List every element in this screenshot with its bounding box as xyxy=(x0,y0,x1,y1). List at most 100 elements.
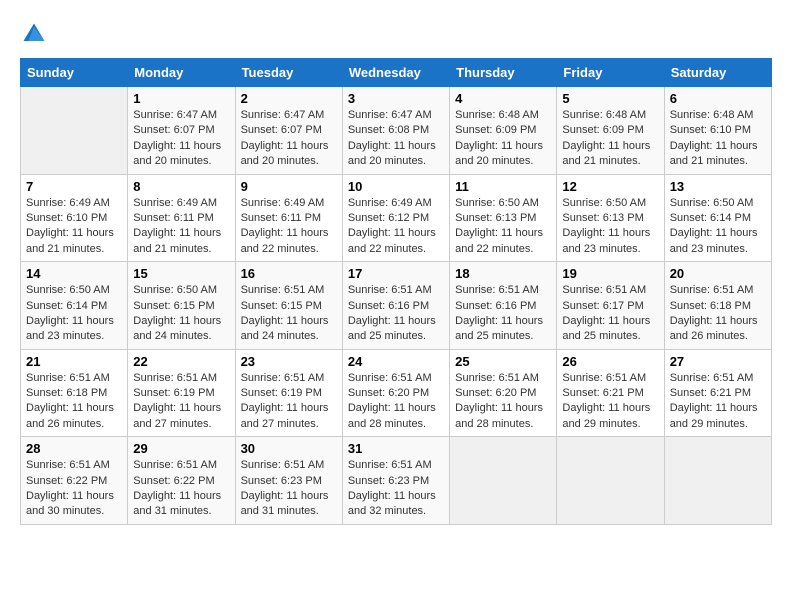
day-detail: Sunrise: 6:51 AM Sunset: 6:15 PM Dayligh… xyxy=(241,283,337,345)
sunset: Sunset: 6:23 PM xyxy=(241,475,322,487)
day-cell: 8 Sunrise: 6:49 AM Sunset: 6:11 PM Dayli… xyxy=(128,174,235,262)
week-row-2: 7 Sunrise: 6:49 AM Sunset: 6:10 PM Dayli… xyxy=(21,174,772,262)
day-detail: Sunrise: 6:49 AM Sunset: 6:11 PM Dayligh… xyxy=(241,196,337,258)
sunrise: Sunrise: 6:50 AM xyxy=(670,197,754,209)
daylight: Daylight: 11 hours and 21 minutes. xyxy=(562,140,650,167)
day-cell: 30 Sunrise: 6:51 AM Sunset: 6:23 PM Dayl… xyxy=(235,437,342,525)
day-detail: Sunrise: 6:51 AM Sunset: 6:21 PM Dayligh… xyxy=(562,371,658,433)
sunrise: Sunrise: 6:47 AM xyxy=(133,109,217,121)
daylight: Daylight: 11 hours and 22 minutes. xyxy=(455,227,543,254)
day-detail: Sunrise: 6:47 AM Sunset: 6:07 PM Dayligh… xyxy=(241,108,337,170)
day-cell: 7 Sunrise: 6:49 AM Sunset: 6:10 PM Dayli… xyxy=(21,174,128,262)
day-number: 18 xyxy=(455,266,551,281)
sunset: Sunset: 6:14 PM xyxy=(26,300,107,312)
day-detail: Sunrise: 6:51 AM Sunset: 6:23 PM Dayligh… xyxy=(348,458,444,520)
sunrise: Sunrise: 6:51 AM xyxy=(562,372,646,384)
day-cell: 2 Sunrise: 6:47 AM Sunset: 6:07 PM Dayli… xyxy=(235,87,342,175)
day-cell xyxy=(664,437,771,525)
week-row-3: 14 Sunrise: 6:50 AM Sunset: 6:14 PM Dayl… xyxy=(21,262,772,350)
sunrise: Sunrise: 6:48 AM xyxy=(455,109,539,121)
day-number: 29 xyxy=(133,441,229,456)
day-cell: 4 Sunrise: 6:48 AM Sunset: 6:09 PM Dayli… xyxy=(450,87,557,175)
day-cell: 19 Sunrise: 6:51 AM Sunset: 6:17 PM Dayl… xyxy=(557,262,664,350)
day-number: 20 xyxy=(670,266,766,281)
day-detail: Sunrise: 6:51 AM Sunset: 6:20 PM Dayligh… xyxy=(455,371,551,433)
day-cell: 3 Sunrise: 6:47 AM Sunset: 6:08 PM Dayli… xyxy=(342,87,449,175)
day-detail: Sunrise: 6:50 AM Sunset: 6:15 PM Dayligh… xyxy=(133,283,229,345)
sunset: Sunset: 6:11 PM xyxy=(133,212,214,224)
day-cell: 31 Sunrise: 6:51 AM Sunset: 6:23 PM Dayl… xyxy=(342,437,449,525)
day-detail: Sunrise: 6:51 AM Sunset: 6:19 PM Dayligh… xyxy=(133,371,229,433)
day-cell: 15 Sunrise: 6:50 AM Sunset: 6:15 PM Dayl… xyxy=(128,262,235,350)
day-cell: 24 Sunrise: 6:51 AM Sunset: 6:20 PM Dayl… xyxy=(342,349,449,437)
day-detail: Sunrise: 6:51 AM Sunset: 6:17 PM Dayligh… xyxy=(562,283,658,345)
day-cell: 9 Sunrise: 6:49 AM Sunset: 6:11 PM Dayli… xyxy=(235,174,342,262)
daylight: Daylight: 11 hours and 30 minutes. xyxy=(26,490,114,517)
sunset: Sunset: 6:13 PM xyxy=(562,212,643,224)
sunrise: Sunrise: 6:51 AM xyxy=(241,459,325,471)
sunrise: Sunrise: 6:50 AM xyxy=(562,197,646,209)
sunrise: Sunrise: 6:51 AM xyxy=(26,372,110,384)
sunset: Sunset: 6:21 PM xyxy=(670,387,751,399)
daylight: Daylight: 11 hours and 20 minutes. xyxy=(455,140,543,167)
day-detail: Sunrise: 6:50 AM Sunset: 6:13 PM Dayligh… xyxy=(562,196,658,258)
day-number: 11 xyxy=(455,179,551,194)
day-detail: Sunrise: 6:51 AM Sunset: 6:22 PM Dayligh… xyxy=(26,458,122,520)
day-number: 2 xyxy=(241,91,337,106)
sunset: Sunset: 6:20 PM xyxy=(455,387,536,399)
week-row-1: 1 Sunrise: 6:47 AM Sunset: 6:07 PM Dayli… xyxy=(21,87,772,175)
daylight: Daylight: 11 hours and 21 minutes. xyxy=(133,227,221,254)
day-detail: Sunrise: 6:50 AM Sunset: 6:14 PM Dayligh… xyxy=(670,196,766,258)
day-detail: Sunrise: 6:48 AM Sunset: 6:09 PM Dayligh… xyxy=(562,108,658,170)
sunrise: Sunrise: 6:51 AM xyxy=(133,372,217,384)
day-detail: Sunrise: 6:51 AM Sunset: 6:22 PM Dayligh… xyxy=(133,458,229,520)
day-number: 28 xyxy=(26,441,122,456)
day-detail: Sunrise: 6:50 AM Sunset: 6:14 PM Dayligh… xyxy=(26,283,122,345)
day-cell: 12 Sunrise: 6:50 AM Sunset: 6:13 PM Dayl… xyxy=(557,174,664,262)
sunrise: Sunrise: 6:50 AM xyxy=(455,197,539,209)
sunrise: Sunrise: 6:49 AM xyxy=(26,197,110,209)
sunset: Sunset: 6:17 PM xyxy=(562,300,643,312)
day-detail: Sunrise: 6:48 AM Sunset: 6:09 PM Dayligh… xyxy=(455,108,551,170)
logo-icon xyxy=(20,20,48,48)
weekday-header-monday: Monday xyxy=(128,59,235,87)
day-number: 4 xyxy=(455,91,551,106)
week-row-4: 21 Sunrise: 6:51 AM Sunset: 6:18 PM Dayl… xyxy=(21,349,772,437)
day-number: 3 xyxy=(348,91,444,106)
sunset: Sunset: 6:09 PM xyxy=(455,124,536,136)
weekday-header-friday: Friday xyxy=(557,59,664,87)
day-number: 16 xyxy=(241,266,337,281)
sunset: Sunset: 6:07 PM xyxy=(241,124,322,136)
day-number: 31 xyxy=(348,441,444,456)
daylight: Daylight: 11 hours and 27 minutes. xyxy=(241,402,329,429)
day-cell: 28 Sunrise: 6:51 AM Sunset: 6:22 PM Dayl… xyxy=(21,437,128,525)
daylight: Daylight: 11 hours and 25 minutes. xyxy=(348,315,436,342)
day-number: 27 xyxy=(670,354,766,369)
sunset: Sunset: 6:09 PM xyxy=(562,124,643,136)
day-cell: 25 Sunrise: 6:51 AM Sunset: 6:20 PM Dayl… xyxy=(450,349,557,437)
day-number: 25 xyxy=(455,354,551,369)
daylight: Daylight: 11 hours and 29 minutes. xyxy=(562,402,650,429)
sunrise: Sunrise: 6:51 AM xyxy=(670,284,754,296)
day-detail: Sunrise: 6:50 AM Sunset: 6:13 PM Dayligh… xyxy=(455,196,551,258)
day-number: 10 xyxy=(348,179,444,194)
page-header xyxy=(20,20,772,48)
day-number: 7 xyxy=(26,179,122,194)
day-detail: Sunrise: 6:51 AM Sunset: 6:19 PM Dayligh… xyxy=(241,371,337,433)
sunset: Sunset: 6:22 PM xyxy=(133,475,214,487)
week-row-5: 28 Sunrise: 6:51 AM Sunset: 6:22 PM Dayl… xyxy=(21,437,772,525)
sunset: Sunset: 6:15 PM xyxy=(241,300,322,312)
sunset: Sunset: 6:16 PM xyxy=(348,300,429,312)
daylight: Daylight: 11 hours and 28 minutes. xyxy=(455,402,543,429)
sunset: Sunset: 6:14 PM xyxy=(670,212,751,224)
day-number: 13 xyxy=(670,179,766,194)
sunrise: Sunrise: 6:51 AM xyxy=(133,459,217,471)
daylight: Daylight: 11 hours and 21 minutes. xyxy=(670,140,758,167)
weekday-header-wednesday: Wednesday xyxy=(342,59,449,87)
day-detail: Sunrise: 6:51 AM Sunset: 6:18 PM Dayligh… xyxy=(26,371,122,433)
day-detail: Sunrise: 6:49 AM Sunset: 6:12 PM Dayligh… xyxy=(348,196,444,258)
sunrise: Sunrise: 6:47 AM xyxy=(348,109,432,121)
sunrise: Sunrise: 6:50 AM xyxy=(26,284,110,296)
day-detail: Sunrise: 6:51 AM Sunset: 6:21 PM Dayligh… xyxy=(670,371,766,433)
day-cell: 22 Sunrise: 6:51 AM Sunset: 6:19 PM Dayl… xyxy=(128,349,235,437)
